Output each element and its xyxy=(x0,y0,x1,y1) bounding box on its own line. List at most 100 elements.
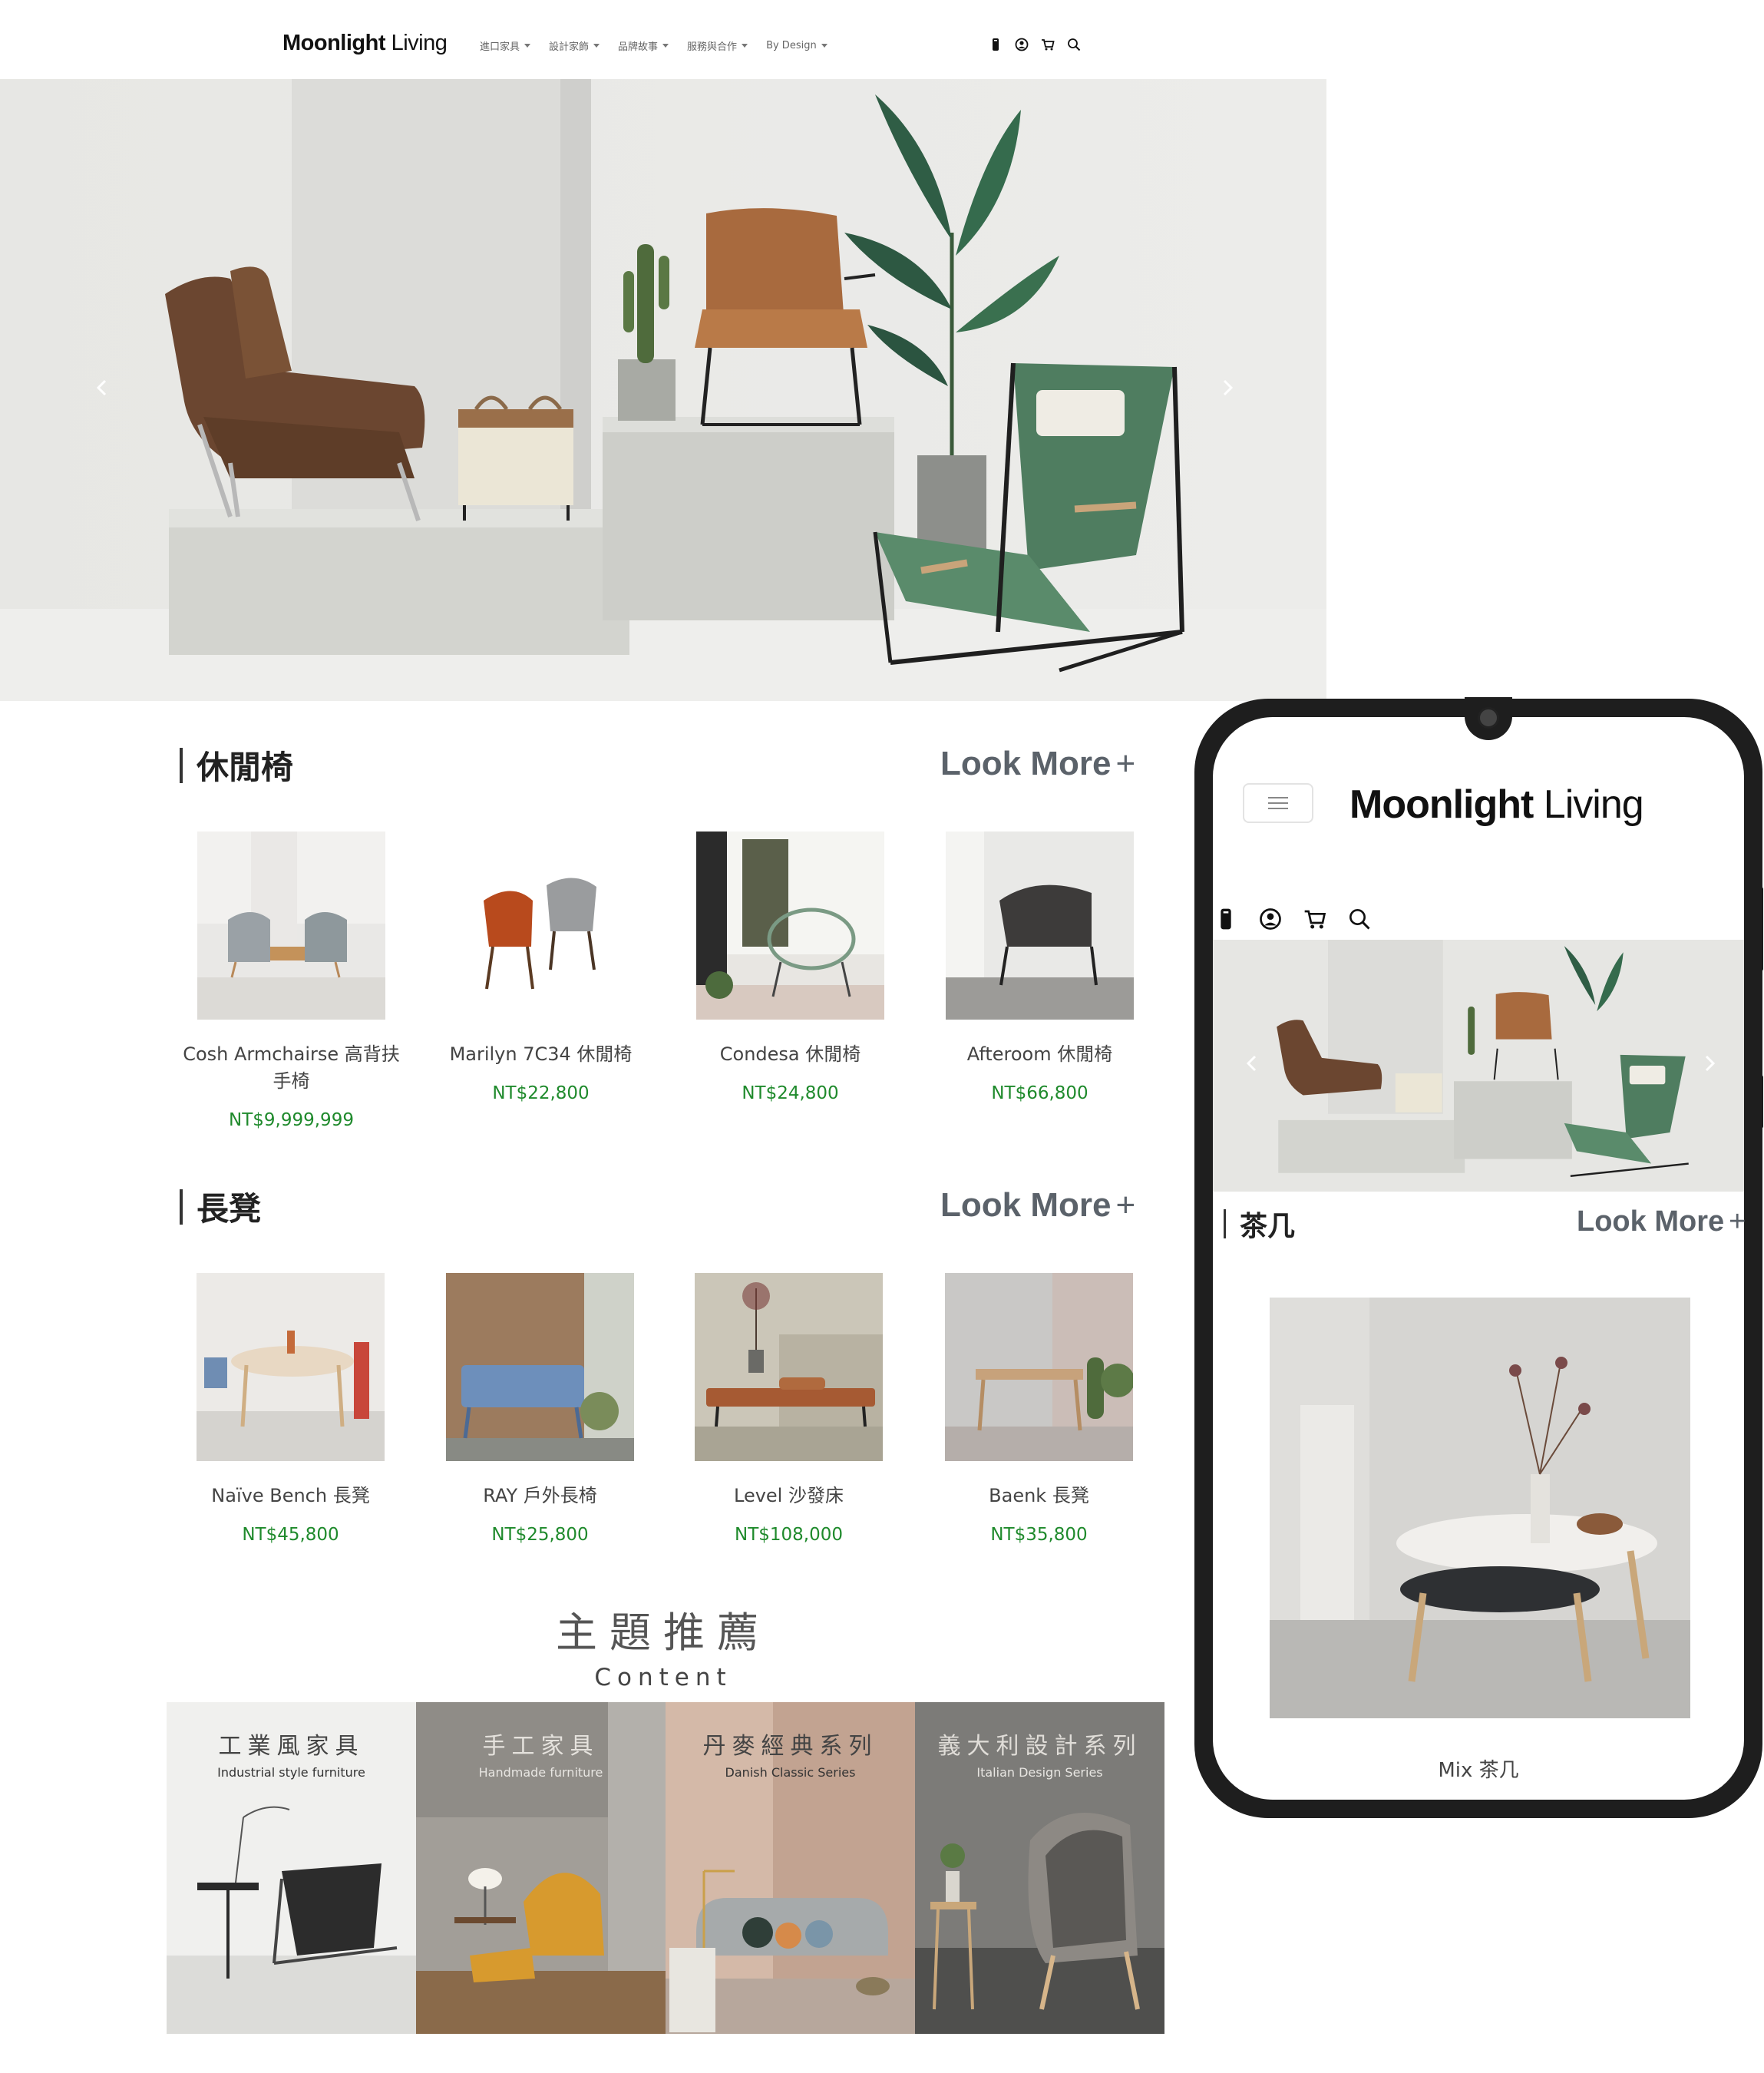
mobile-hero-image xyxy=(1213,940,1744,1192)
logo-light: Living xyxy=(1533,782,1644,827)
carousel-next-icon[interactable] xyxy=(1216,376,1239,399)
banner-title-zh: 工業風家具 xyxy=(218,1733,365,1760)
section-title-text: 休閒椅 xyxy=(197,749,294,786)
logo-bold: Moonlight xyxy=(282,31,386,55)
plus-icon: + xyxy=(1729,1205,1746,1238)
product-card[interactable]: Naïve Bench 長凳 NT$45,800 xyxy=(166,1273,415,1545)
section-title-text: 長凳 xyxy=(197,1190,262,1228)
banner-title-zh: 手工家具 xyxy=(482,1733,600,1760)
product-card[interactable]: Condesa 休閒椅 NT$24,800 xyxy=(666,832,915,1103)
mobile-section-title: 茶几 xyxy=(1224,1204,1295,1244)
banner-italian-design[interactable]: 義大利設計系列 Italian Design Series xyxy=(915,1702,1164,2034)
product-price: NT$22,800 xyxy=(492,1083,590,1103)
product-image xyxy=(197,1273,385,1461)
cart-icon[interactable] xyxy=(1041,38,1055,51)
caret-down-icon xyxy=(821,44,827,48)
search-icon[interactable] xyxy=(1067,38,1081,51)
header-icons xyxy=(989,38,1081,51)
user-icon[interactable] xyxy=(1259,908,1282,931)
coffee-table-image xyxy=(1270,1298,1690,1718)
product-card[interactable]: Afteroom 休閒椅 NT$66,800 xyxy=(915,832,1164,1103)
banner-title-en: Italian Design Series xyxy=(976,1765,1103,1780)
product-name: Cosh Armchairse 高背扶手椅 xyxy=(183,1043,400,1092)
mobile-look-more-link[interactable]: Look More + xyxy=(1577,1205,1746,1238)
product-name: Marilyn 7C34 休閒椅 xyxy=(449,1043,633,1065)
product-card[interactable]: Level 沙發床 NT$108,000 xyxy=(664,1273,913,1545)
product-image xyxy=(446,1273,634,1461)
content-heading: 主題推薦 Content xyxy=(0,1599,1326,1691)
product-name: Level 沙發床 xyxy=(734,1485,844,1506)
product-card[interactable]: Marilyn 7C34 休閒椅 NT$22,800 xyxy=(416,832,666,1103)
mobile-site-logo[interactable]: Moonlight Living xyxy=(1349,782,1644,828)
look-more-text: Look More xyxy=(940,745,1112,782)
cart-icon[interactable] xyxy=(1303,908,1326,931)
look-more-text: Look More xyxy=(1577,1205,1725,1238)
mobile-product-name: Mix 茶几 xyxy=(1438,1759,1519,1782)
camera-icon xyxy=(1478,707,1499,729)
banner-industrial-furniture[interactable]: 工業風家具 Industrial style furniture xyxy=(167,1702,416,2034)
hero-carousel[interactable] xyxy=(0,79,1326,701)
logo-light: Living xyxy=(385,31,448,55)
product-card[interactable]: Cosh Armchairse 高背扶手椅 NT$9,999,999 xyxy=(167,832,416,1130)
phone-icon[interactable] xyxy=(1214,908,1237,931)
plus-icon: + xyxy=(1115,1186,1136,1224)
site-logo[interactable]: Moonlight Living xyxy=(282,31,448,56)
banner-danish-classic[interactable]: 丹麥經典系列 Danish Classic Series xyxy=(666,1702,915,2034)
product-card[interactable]: RAY 戶外長椅 NT$25,800 xyxy=(415,1273,665,1545)
carousel-prev-icon[interactable] xyxy=(1240,1052,1264,1075)
search-icon[interactable] xyxy=(1348,908,1371,931)
title-bar xyxy=(1224,1209,1226,1238)
product-price: NT$25,800 xyxy=(491,1525,589,1545)
banner-title-en: Industrial style furniture xyxy=(217,1765,365,1780)
main-nav: 進口家具 設計家飾 品牌故事 服務與合作 By Design xyxy=(480,38,827,53)
section-title-benches: 長凳 xyxy=(180,1183,261,1230)
caret-down-icon xyxy=(662,44,669,48)
product-price: NT$66,800 xyxy=(991,1083,1088,1103)
product-name: Baenk 長凳 xyxy=(989,1485,1089,1506)
product-image xyxy=(945,1273,1133,1461)
nav-item-brand-story[interactable]: 品牌故事 xyxy=(618,38,669,53)
nav-label: 進口家具 xyxy=(480,41,520,53)
mobile-hero-carousel[interactable] xyxy=(1213,940,1744,1192)
content-title-zh: 主題推薦 xyxy=(556,1608,771,1657)
product-name: Condesa 休閒椅 xyxy=(719,1043,861,1065)
product-image xyxy=(696,832,884,1020)
product-image xyxy=(695,1273,883,1461)
caret-down-icon xyxy=(593,44,600,48)
carousel-prev-icon[interactable] xyxy=(91,376,114,399)
product-price: NT$35,800 xyxy=(990,1525,1088,1545)
phone-icon[interactable] xyxy=(989,38,1003,51)
nav-item-design-decor[interactable]: 設計家飾 xyxy=(549,38,600,53)
product-image xyxy=(197,832,385,1020)
mobile-product-image[interactable] xyxy=(1270,1298,1690,1718)
look-more-link[interactable]: Look More + xyxy=(940,745,1135,783)
section-title-text: 茶几 xyxy=(1240,1211,1296,1242)
banner-title-zh: 義大利設計系列 xyxy=(937,1733,1142,1760)
mobile-header-icons xyxy=(1214,908,1371,931)
nav-item-services[interactable]: 服務與合作 xyxy=(687,38,748,53)
menu-button[interactable] xyxy=(1243,783,1313,823)
plus-icon: + xyxy=(1115,745,1136,782)
nav-label: 設計家飾 xyxy=(549,41,590,53)
banner-title-zh: 丹麥經典系列 xyxy=(702,1733,878,1760)
look-more-link[interactable]: Look More + xyxy=(940,1186,1135,1225)
banner-title-en: Danish Classic Series xyxy=(725,1765,856,1780)
nav-item-by-design[interactable]: By Design xyxy=(766,38,827,53)
hamburger-icon xyxy=(1268,797,1288,809)
product-price: NT$24,800 xyxy=(742,1083,839,1103)
product-name: Afteroom 休閒椅 xyxy=(966,1043,1113,1065)
nav-label: 服務與合作 xyxy=(687,41,738,53)
caret-down-icon xyxy=(742,44,748,48)
product-price: NT$9,999,999 xyxy=(229,1110,354,1130)
product-card[interactable]: Baenk 長凳 NT$35,800 xyxy=(914,1273,1164,1545)
carousel-next-icon[interactable] xyxy=(1698,1052,1721,1075)
phone-power-button xyxy=(1759,1075,1763,1129)
title-bar xyxy=(180,1189,183,1225)
product-price: NT$108,000 xyxy=(735,1525,843,1545)
hero-image xyxy=(0,79,1326,701)
user-icon[interactable] xyxy=(1015,38,1029,51)
title-bar xyxy=(180,747,183,783)
product-price: NT$45,800 xyxy=(242,1525,339,1545)
nav-item-imported-furniture[interactable]: 進口家具 xyxy=(480,38,531,53)
banner-handmade-furniture[interactable]: 手工家具 Handmade furniture xyxy=(416,1702,666,2034)
